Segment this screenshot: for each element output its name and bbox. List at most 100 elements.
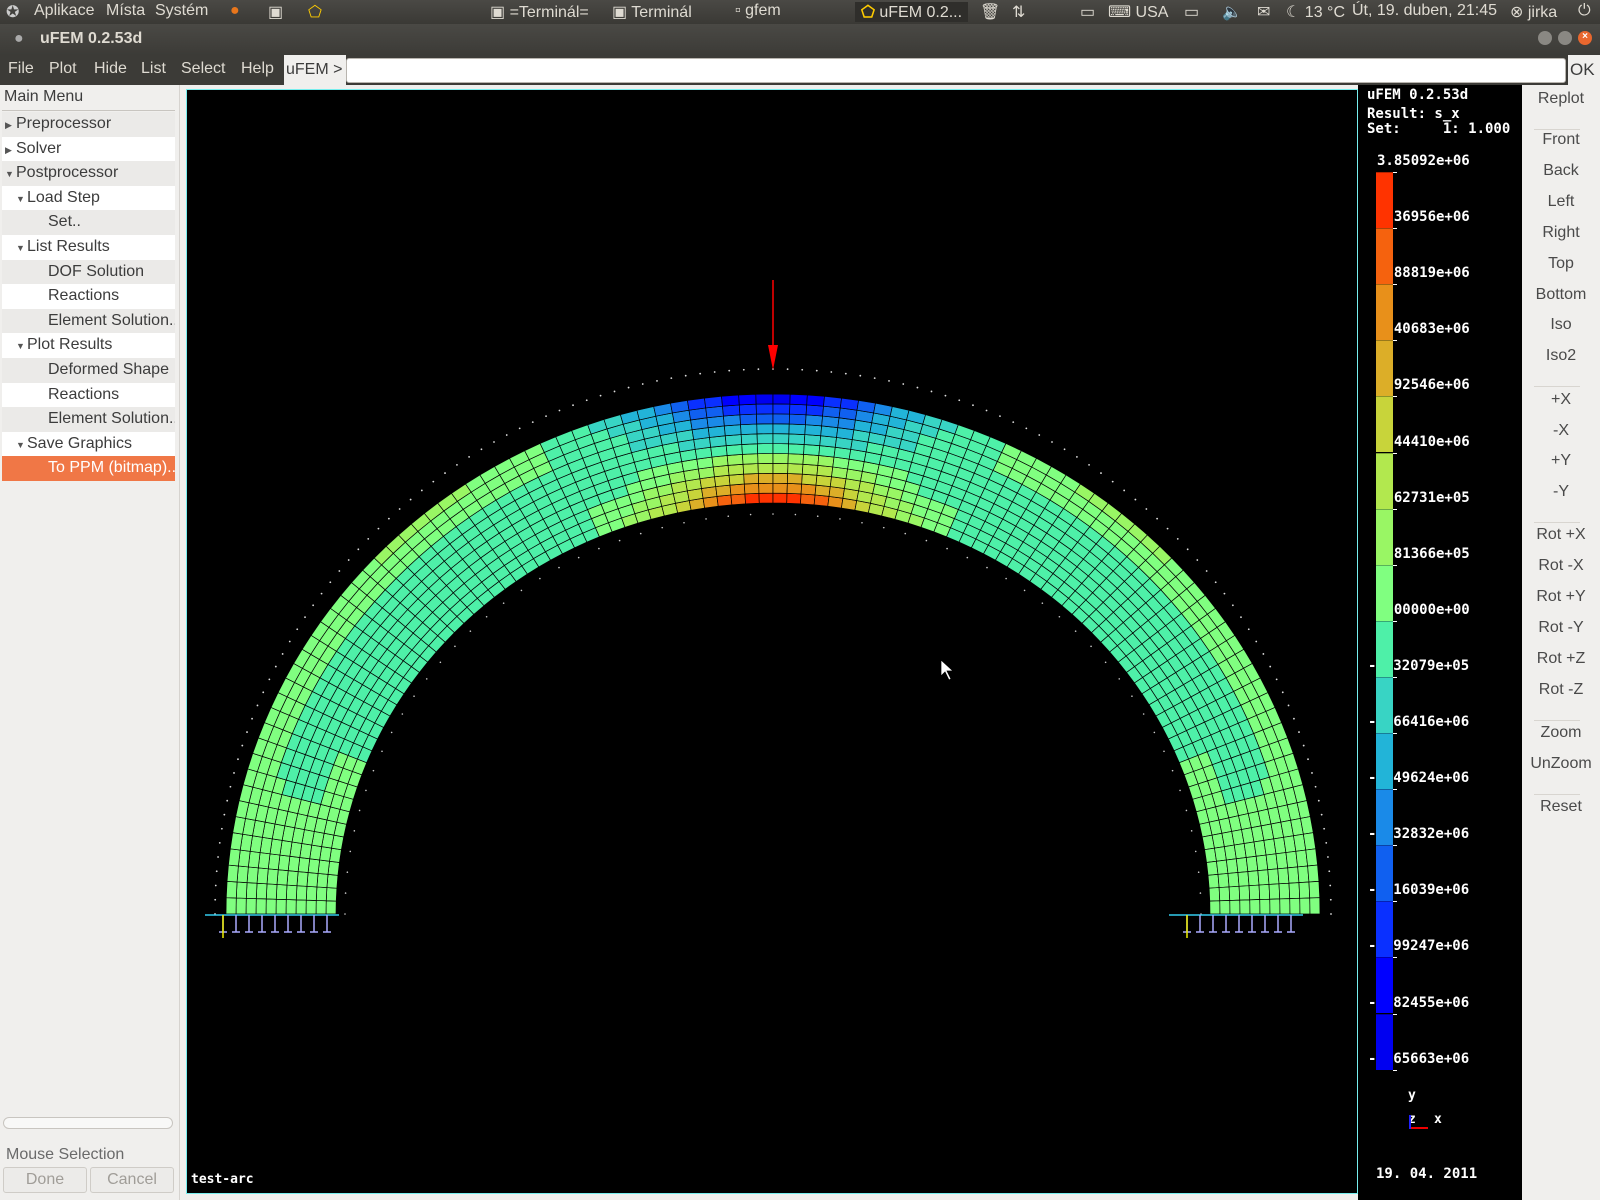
mesh-element	[818, 445, 836, 458]
menu-item-list-results[interactable]: ▼ List Results	[2, 235, 175, 260]
view-button-left[interactable]: Left	[1522, 193, 1600, 211]
menu-item-load-step[interactable]: ▼ Load Step	[2, 185, 175, 211]
menu-help[interactable]: Help	[241, 60, 274, 78]
battery-icon[interactable]: ▭	[1184, 2, 1199, 22]
stress-plot	[205, 280, 1332, 938]
expanded-arrow-icon[interactable]: ▼	[16, 440, 25, 450]
view-button-minus-y[interactable]: -Y	[1522, 483, 1600, 501]
minimize-button[interactable]	[1538, 31, 1552, 45]
menu-item-deformed-shape[interactable]: Deformed Shape	[2, 358, 175, 383]
mesh-element	[813, 494, 830, 507]
task-terminal-2[interactable]: ▣ Terminál	[612, 2, 692, 22]
network-icon[interactable]: ⇅	[1012, 2, 1025, 22]
menu-item-element-solution[interactable]: Element Solution..	[2, 407, 175, 433]
ubuntu-logo-icon[interactable]: ✪	[6, 2, 19, 22]
task-gfem[interactable]: ▫ gfem	[735, 2, 781, 20]
menu-item-element-solution[interactable]: Element Solution..	[2, 308, 175, 334]
menu-item-set[interactable]: Set..	[2, 210, 175, 236]
view-button-top[interactable]: Top	[1522, 255, 1600, 273]
maximize-button[interactable]	[1558, 31, 1572, 45]
mesh-element	[275, 898, 287, 915]
view-button-unzoom[interactable]: UnZoom	[1522, 755, 1600, 773]
cancel-button[interactable]: Cancel	[90, 1167, 174, 1193]
menu-system[interactable]: Systém	[155, 2, 208, 20]
legend-tick	[1393, 564, 1397, 566]
menu-plot[interactable]: Plot	[49, 60, 77, 78]
menu-file[interactable]: File	[8, 60, 34, 78]
volume-icon[interactable]: 🔈	[1222, 2, 1242, 22]
menu-hide[interactable]: Hide	[94, 60, 127, 78]
close-button[interactable]: ×	[1578, 31, 1592, 45]
menu-list[interactable]: List	[141, 60, 166, 78]
task-terminal-1[interactable]: ▣ =Terminál=	[490, 2, 589, 22]
power-icon[interactable]: ⏻	[1578, 2, 1591, 20]
view-button-right[interactable]: Right	[1522, 224, 1600, 242]
menu-item-save-graphics[interactable]: ▼ Save Graphics	[2, 431, 175, 457]
command-input[interactable]	[346, 58, 1566, 83]
menu-item-reactions[interactable]: Reactions	[2, 382, 175, 408]
clock[interactable]: Út, 19. duben, 21:45	[1352, 2, 1497, 20]
graphics-canvas[interactable]: test-arc	[186, 89, 1358, 1194]
firefox-icon[interactable]: ●	[230, 2, 240, 20]
keyboard-indicator[interactable]: ⌨ USA	[1108, 2, 1168, 22]
terminal-launcher-icon[interactable]: ▣	[268, 2, 283, 22]
view-button-front[interactable]: Front	[1522, 131, 1600, 149]
menu-mista[interactable]: Místa	[106, 2, 145, 20]
ok-button[interactable]: OK	[1568, 55, 1600, 85]
undeformed-outline-dot	[1329, 898, 1332, 901]
menu-item-plot-results[interactable]: ▼ Plot Results	[2, 333, 175, 359]
view-button-iso2[interactable]: Iso2	[1522, 347, 1600, 365]
view-button-rot-minus-x[interactable]: Rot -X	[1522, 557, 1600, 575]
view-button-replot[interactable]: Replot	[1522, 90, 1600, 108]
user-menu[interactable]: ⊗ jirka	[1510, 2, 1557, 22]
mesh-element	[723, 414, 741, 427]
expanded-arrow-icon[interactable]: ▼	[16, 243, 25, 253]
horizontal-scrollbar[interactable]	[3, 1117, 173, 1129]
menu-item-preprocessor[interactable]: ▶ Preprocessor	[2, 112, 175, 137]
view-button-rot-plusminus-y[interactable]: Rot +Y	[1522, 588, 1600, 606]
mesh-element	[716, 494, 733, 507]
view-button-rot-minus-y[interactable]: Rot -Y	[1522, 619, 1600, 637]
collapsed-arrow-icon[interactable]: ▶	[5, 120, 12, 131]
undeformed-outline-dot	[425, 678, 428, 680]
mesh-element	[305, 899, 317, 915]
display-icon[interactable]: ▭	[1080, 2, 1095, 22]
view-button-reset[interactable]: Reset	[1522, 798, 1600, 816]
expanded-arrow-icon[interactable]: ▼	[16, 341, 25, 351]
mesh-element	[787, 463, 804, 475]
weather-indicator[interactable]: ☾ 13 °C	[1286, 2, 1345, 22]
view-button-plusminus-y[interactable]: +Y	[1522, 452, 1600, 470]
view-button-bottom[interactable]: Bottom	[1522, 286, 1600, 304]
view-button-rot-minus-z[interactable]: Rot -Z	[1522, 681, 1600, 699]
view-button-zoom[interactable]: Zoom	[1522, 724, 1600, 742]
load-arrowhead-icon	[768, 345, 778, 370]
trash-icon[interactable]: 🗑	[980, 2, 1000, 22]
collapsed-arrow-icon[interactable]: ▶	[5, 145, 12, 156]
menu-select[interactable]: Select	[181, 60, 225, 78]
menu-aplikace[interactable]: Aplikace	[34, 2, 94, 20]
mesh-element	[743, 483, 760, 495]
menu-item-dof-solution[interactable]: DOF Solution	[2, 259, 175, 285]
view-button-rot-plusminus-x[interactable]: Rot +X	[1522, 526, 1600, 544]
mesh-element	[743, 473, 760, 485]
gfem-launcher-icon[interactable]: ⬠	[308, 2, 322, 22]
menu-item-to-ppm-bitmap[interactable]: To PPM (bitmap)..	[2, 456, 175, 482]
view-button-plusminus-x[interactable]: +X	[1522, 391, 1600, 409]
view-button-rot-plusminus-z[interactable]: Rot +Z	[1522, 650, 1600, 668]
undeformed-outline-dot	[985, 409, 988, 412]
view-button-back[interactable]: Back	[1522, 162, 1600, 180]
expanded-arrow-icon[interactable]: ▼	[16, 194, 25, 204]
task-ufem[interactable]: ⬠ uFEM 0.2...	[855, 2, 969, 22]
undeformed-outline-dot	[1223, 592, 1226, 595]
view-button-minus-x[interactable]: -X	[1522, 422, 1600, 440]
task-label: uFEM 0.2...	[879, 4, 963, 21]
menu-item-postprocessor[interactable]: ▼ Postprocessor	[2, 161, 175, 187]
menu-item-solver[interactable]: ▶ Solver	[2, 136, 175, 162]
undeformed-outline-dot	[1302, 744, 1305, 747]
view-button-iso[interactable]: Iso	[1522, 316, 1600, 334]
expanded-arrow-icon[interactable]: ▼	[5, 169, 14, 179]
mesh-element	[744, 492, 760, 505]
done-button[interactable]: Done	[3, 1167, 87, 1193]
mail-icon[interactable]: ✉	[1257, 2, 1270, 22]
menu-item-reactions[interactable]: Reactions	[2, 284, 175, 310]
